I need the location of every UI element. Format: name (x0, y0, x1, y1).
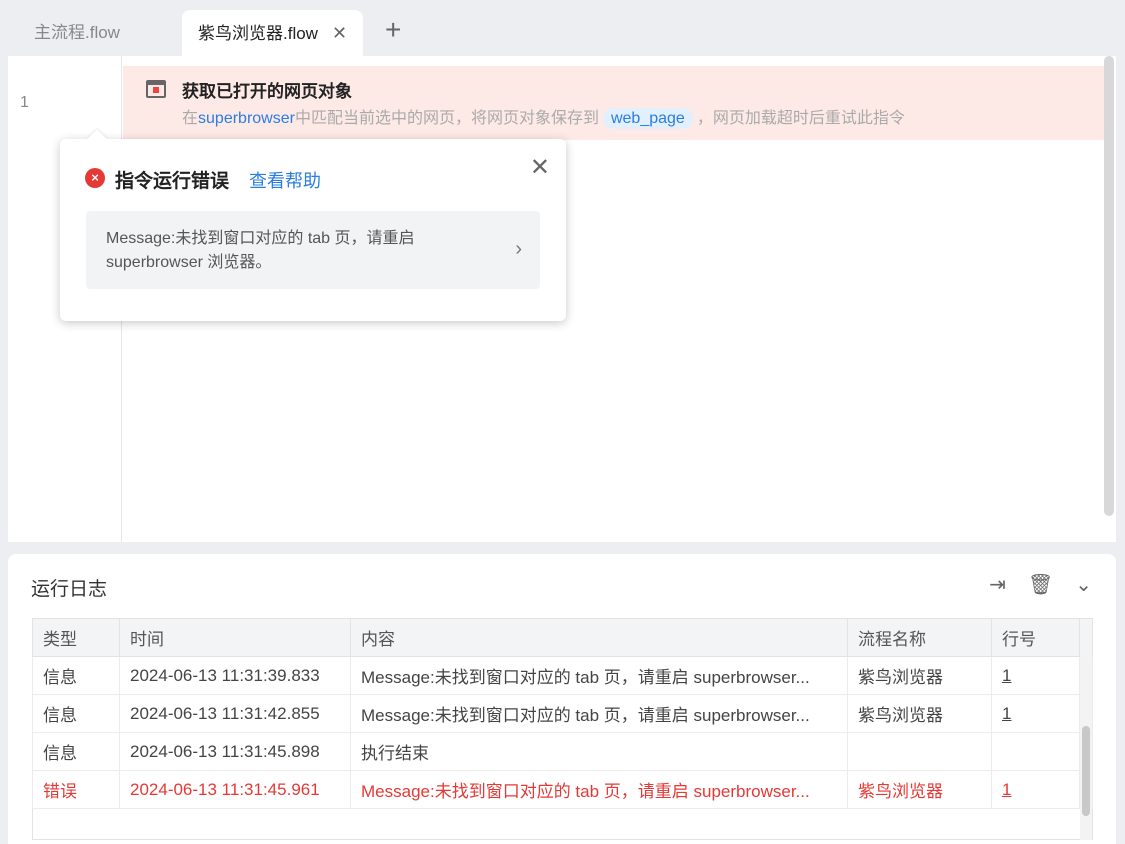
close-icon[interactable]: ✕ (530, 153, 550, 182)
chevron-down-icon[interactable]: ⌄ (1075, 572, 1092, 597)
command-title: 获取已打开的网页对象 (182, 82, 352, 101)
log-flow (847, 732, 992, 771)
log-flow: 紫鸟浏览器 (847, 770, 992, 809)
col-line: 行号 (991, 618, 1080, 657)
col-type: 类型 (32, 618, 120, 657)
tab-bar: 主流程.flow 紫鸟浏览器.flow ✕ + (0, 0, 1125, 56)
log-type: 信息 (32, 694, 120, 733)
log-content: Message:未找到窗口对应的 tab 页，请重启 superbrowser.… (350, 770, 848, 809)
add-tab-button[interactable]: + (385, 14, 401, 46)
log-time: 2024-06-13 11:31:45.898 (119, 732, 351, 771)
log-time: 2024-06-13 11:31:39.833 (119, 656, 351, 695)
log-type: 错误 (32, 770, 120, 809)
log-line-link[interactable]: 1 (991, 694, 1080, 733)
editor-scrollbar[interactable] (1104, 56, 1114, 516)
log-flow: 紫鸟浏览器 (847, 656, 992, 695)
col-time: 时间 (119, 618, 351, 657)
error-message[interactable]: Message:未找到窗口对应的 tab 页，请重启 superbrowser … (86, 211, 540, 289)
close-tab-icon[interactable]: ✕ (332, 23, 347, 43)
command-row[interactable]: 获取已打开的网页对象 在superbrowser中匹配当前选中的网页，将网页对象… (123, 66, 1105, 140)
error-icon: × (85, 168, 105, 188)
tab-ziniao-flow[interactable]: 紫鸟浏览器.flow ✕ (182, 10, 364, 56)
table-scrollbar[interactable] (1080, 656, 1092, 840)
log-table: 类型 时间 内容 流程名称 行号 信息 2024-06-13 11:31:39.8… (32, 618, 1093, 809)
tab-label: 主流程.flow (34, 23, 120, 42)
log-type: 信息 (32, 656, 120, 695)
log-time: 2024-06-13 11:31:42.855 (119, 694, 351, 733)
col-spacer (1079, 618, 1093, 657)
log-line-link[interactable]: 1 (991, 656, 1080, 695)
popup-title: 指令运行错误 (115, 171, 230, 192)
scroll-thumb[interactable] (1082, 726, 1090, 816)
superbrowser-link[interactable]: superbrowser (198, 110, 295, 127)
desc-text: 在 (182, 110, 199, 127)
export-icon[interactable]: ⇥ (989, 572, 1006, 597)
variable-chip[interactable]: web_page (602, 108, 693, 129)
log-content: Message:未找到窗口对应的 tab 页，请重启 superbrowser.… (350, 656, 848, 695)
trash-icon[interactable]: 🗑 (1028, 572, 1053, 597)
log-content: Message:未找到窗口对应的 tab 页，请重启 superbrowser.… (350, 694, 848, 733)
line-number: 1 (20, 94, 29, 111)
error-popup: × 指令运行错误 查看帮助 ✕ Message:未找到窗口对应的 tab 页，请… (60, 139, 566, 321)
tab-main-flow[interactable]: 主流程.flow (18, 10, 136, 56)
run-log-panel: 运行日志 ⇥ 🗑 ⌄ 类型 时间 内容 流程名称 行号 信息 2024-06-13… (8, 554, 1116, 844)
error-message-text: Message:未找到窗口对应的 tab 页，请重启 superbrowser … (106, 230, 415, 271)
log-content: 执行结束 (350, 732, 848, 771)
help-link[interactable]: 查看帮助 (249, 167, 321, 193)
log-flow: 紫鸟浏览器 (847, 694, 992, 733)
log-line-link[interactable] (991, 732, 1080, 771)
command-description: 在superbrowser中匹配当前选中的网页，将网页对象保存到 web_page… (182, 104, 905, 129)
log-title: 运行日志 (31, 579, 108, 600)
desc-text: ，网页加载超时后重试此指令 (696, 110, 905, 127)
log-line-link[interactable]: 1 (991, 770, 1080, 809)
chevron-right-icon: › (515, 238, 522, 260)
log-time: 2024-06-13 11:31:45.961 (119, 770, 351, 809)
col-content: 内容 (350, 618, 848, 657)
col-flow: 流程名称 (847, 618, 992, 657)
table-row[interactable]: 信息 2024-06-13 11:31:42.855 Message:未找到窗口对应… (32, 694, 1093, 733)
desc-text: 中匹配当前选中的网页，将网页对象保存到 (294, 110, 599, 127)
table-row[interactable]: 信息 2024-06-13 11:31:45.898 执行结束 (32, 732, 1093, 771)
table-row[interactable]: 信息 2024-06-13 11:31:39.833 Message:未找到窗口对应… (32, 656, 1093, 695)
log-type: 信息 (32, 732, 120, 771)
table-row[interactable]: 错误 2024-06-13 11:31:45.961 Message:未找到窗口对应… (32, 770, 1093, 809)
browser-icon (146, 80, 166, 98)
tab-label: 紫鸟浏览器.flow (198, 24, 318, 43)
